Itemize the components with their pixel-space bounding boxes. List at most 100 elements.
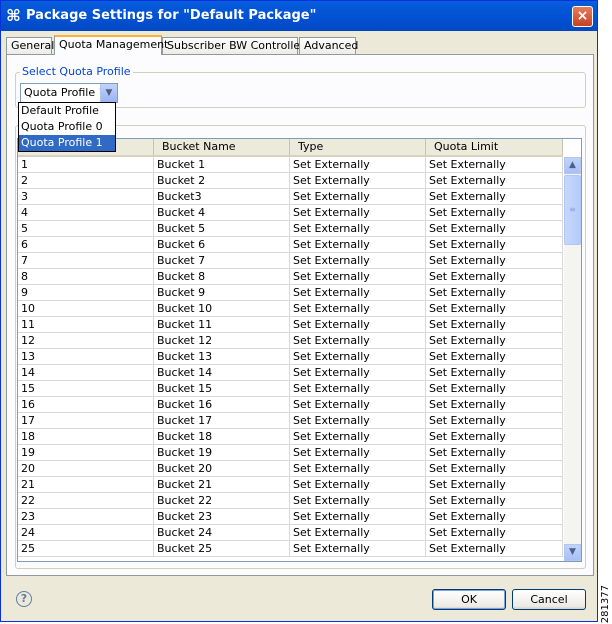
- table-cell-type[interactable]: Set Externally: [290, 157, 426, 173]
- table-cell-bucket-name[interactable]: Bucket 13: [154, 349, 290, 365]
- table-cell-quota-limit[interactable]: Set Externally: [426, 525, 563, 541]
- table-cell-bucket-name[interactable]: Bucket 16: [154, 397, 290, 413]
- table-cell-bucket-name[interactable]: Bucket 9: [154, 285, 290, 301]
- table-row[interactable]: 5 Bucket 5 Set Externally Set Externally: [18, 221, 563, 237]
- table-cell-quota-limit[interactable]: Set Externally: [426, 541, 563, 557]
- column-header-type[interactable]: Type: [290, 139, 426, 155]
- tab-quota-management[interactable]: Quota Management: [54, 35, 168, 55]
- table-cell-quota-limit[interactable]: Set Externally: [426, 509, 563, 525]
- table-row[interactable]: 21 Bucket 21 Set Externally Set Externally: [18, 477, 563, 493]
- table-cell-type[interactable]: Set Externally: [290, 205, 426, 221]
- table-cell-type[interactable]: Set Externally: [290, 237, 426, 253]
- table-row[interactable]: 11 Bucket 11 Set Externally Set Externally: [18, 317, 563, 333]
- table-cell-bucket-name[interactable]: Bucket 8: [154, 269, 290, 285]
- table-cell-type[interactable]: Set Externally: [290, 333, 426, 349]
- table-row[interactable]: 22 Bucket 22 Set Externally Set Externally: [18, 493, 563, 509]
- table-cell-type[interactable]: Set Externally: [290, 285, 426, 301]
- table-cell-index[interactable]: 3: [18, 189, 154, 205]
- table-row[interactable]: 14 Bucket 14 Set Externally Set Externally: [18, 365, 563, 381]
- table-cell-bucket-name[interactable]: Bucket 1: [154, 157, 290, 173]
- table-cell-bucket-name[interactable]: Bucket 24: [154, 525, 290, 541]
- table-cell-type[interactable]: Set Externally: [290, 365, 426, 381]
- table-row[interactable]: 3 Bucket3 Set Externally Set Externally: [18, 189, 563, 205]
- dropdown-option-quota-profile-1[interactable]: Quota Profile 1: [19, 135, 115, 151]
- table-cell-bucket-name[interactable]: Bucket 11: [154, 317, 290, 333]
- table-cell-bucket-name[interactable]: Bucket 23: [154, 509, 290, 525]
- table-cell-quota-limit[interactable]: Set Externally: [426, 461, 563, 477]
- table-cell-type[interactable]: Set Externally: [290, 413, 426, 429]
- column-header-bucket-name[interactable]: Bucket Name: [154, 139, 290, 155]
- table-cell-index[interactable]: 25: [18, 541, 154, 557]
- table-cell-index[interactable]: 2: [18, 173, 154, 189]
- table-cell-quota-limit[interactable]: Set Externally: [426, 237, 563, 253]
- table-cell-quota-limit[interactable]: Set Externally: [426, 413, 563, 429]
- table-cell-index[interactable]: 12: [18, 333, 154, 349]
- table-cell-quota-limit[interactable]: Set Externally: [426, 157, 563, 173]
- scroll-up-arrow-icon[interactable]: ▲: [564, 157, 581, 174]
- table-cell-index[interactable]: 9: [18, 285, 154, 301]
- table-cell-quota-limit[interactable]: Set Externally: [426, 269, 563, 285]
- tab-advanced[interactable]: Advanced: [299, 37, 358, 55]
- table-cell-index[interactable]: 23: [18, 509, 154, 525]
- table-cell-type[interactable]: Set Externally: [290, 317, 426, 333]
- table-row[interactable]: 1 Bucket 1 Set Externally Set Externally: [18, 157, 563, 173]
- chevron-down-icon[interactable]: ▼: [100, 84, 117, 102]
- table-row[interactable]: 25 Bucket 25 Set Externally Set Externally: [18, 541, 563, 557]
- table-cell-bucket-name[interactable]: Bucket3: [154, 189, 290, 205]
- table-cell-index[interactable]: 18: [18, 429, 154, 445]
- table-row[interactable]: 10 Bucket 10 Set Externally Set Externally: [18, 301, 563, 317]
- table-cell-bucket-name[interactable]: Bucket 22: [154, 493, 290, 509]
- table-cell-type[interactable]: Set Externally: [290, 429, 426, 445]
- table-cell-bucket-name[interactable]: Bucket 15: [154, 381, 290, 397]
- table-cell-index[interactable]: 24: [18, 525, 154, 541]
- table-cell-bucket-name[interactable]: Bucket 25: [154, 541, 290, 557]
- table-row[interactable]: 16 Bucket 16 Set Externally Set Externally: [18, 397, 563, 413]
- table-cell-type[interactable]: Set Externally: [290, 493, 426, 509]
- table-cell-bucket-name[interactable]: Bucket 21: [154, 477, 290, 493]
- table-row[interactable]: 19 Bucket 19 Set Externally Set Externally: [18, 445, 563, 461]
- table-row[interactable]: 20 Bucket 20 Set Externally Set Externally: [18, 461, 563, 477]
- table-cell-index[interactable]: 21: [18, 477, 154, 493]
- title-bar[interactable]: ⌘ Package Settings for "Default Package"…: [1, 1, 597, 31]
- table-cell-index[interactable]: 1: [18, 157, 154, 173]
- table-cell-quota-limit[interactable]: Set Externally: [426, 349, 563, 365]
- table-cell-bucket-name[interactable]: Bucket 19: [154, 445, 290, 461]
- table-cell-type[interactable]: Set Externally: [290, 253, 426, 269]
- table-row[interactable]: 9 Bucket 9 Set Externally Set Externally: [18, 285, 563, 301]
- table-cell-bucket-name[interactable]: Bucket 20: [154, 461, 290, 477]
- table-cell-bucket-name[interactable]: Bucket 5: [154, 221, 290, 237]
- table-cell-bucket-name[interactable]: Bucket 2: [154, 173, 290, 189]
- table-row[interactable]: 23 Bucket 23 Set Externally Set Externally: [18, 509, 563, 525]
- table-cell-index[interactable]: 15: [18, 381, 154, 397]
- table-cell-quota-limit[interactable]: Set Externally: [426, 205, 563, 221]
- table-cell-quota-limit[interactable]: Set Externally: [426, 397, 563, 413]
- table-cell-bucket-name[interactable]: Bucket 17: [154, 413, 290, 429]
- table-cell-index[interactable]: 20: [18, 461, 154, 477]
- table-row[interactable]: 13 Bucket 13 Set Externally Set Externally: [18, 349, 563, 365]
- table-row[interactable]: 24 Bucket 24 Set Externally Set Externally: [18, 525, 563, 541]
- table-row[interactable]: 8 Bucket 8 Set Externally Set Externally: [18, 269, 563, 285]
- table-row[interactable]: 18 Bucket 18 Set Externally Set Externally: [18, 429, 563, 445]
- column-header-quota-limit[interactable]: Quota Limit: [426, 139, 563, 155]
- table-cell-index[interactable]: 7: [18, 253, 154, 269]
- table-cell-type[interactable]: Set Externally: [290, 221, 426, 237]
- table-cell-index[interactable]: 16: [18, 397, 154, 413]
- table-cell-quota-limit[interactable]: Set Externally: [426, 173, 563, 189]
- close-button[interactable]: ×: [572, 6, 593, 27]
- table-row[interactable]: 12 Bucket 12 Set Externally Set Externally: [18, 333, 563, 349]
- help-icon[interactable]: ?: [16, 591, 32, 607]
- table-cell-type[interactable]: Set Externally: [290, 525, 426, 541]
- table-row[interactable]: 4 Bucket 4 Set Externally Set Externally: [18, 205, 563, 221]
- table-row[interactable]: 6 Bucket 6 Set Externally Set Externally: [18, 237, 563, 253]
- table-cell-bucket-name[interactable]: Bucket 6: [154, 237, 290, 253]
- table-cell-index[interactable]: 8: [18, 269, 154, 285]
- table-cell-type[interactable]: Set Externally: [290, 509, 426, 525]
- table-cell-index[interactable]: 5: [18, 221, 154, 237]
- table-row[interactable]: 17 Bucket 17 Set Externally Set Externally: [18, 413, 563, 429]
- table-cell-quota-limit[interactable]: Set Externally: [426, 365, 563, 381]
- table-cell-bucket-name[interactable]: Bucket 12: [154, 333, 290, 349]
- table-cell-quota-limit[interactable]: Set Externally: [426, 317, 563, 333]
- cancel-button[interactable]: Cancel: [512, 589, 586, 610]
- table-cell-quota-limit[interactable]: Set Externally: [426, 333, 563, 349]
- table-cell-quota-limit[interactable]: Set Externally: [426, 189, 563, 205]
